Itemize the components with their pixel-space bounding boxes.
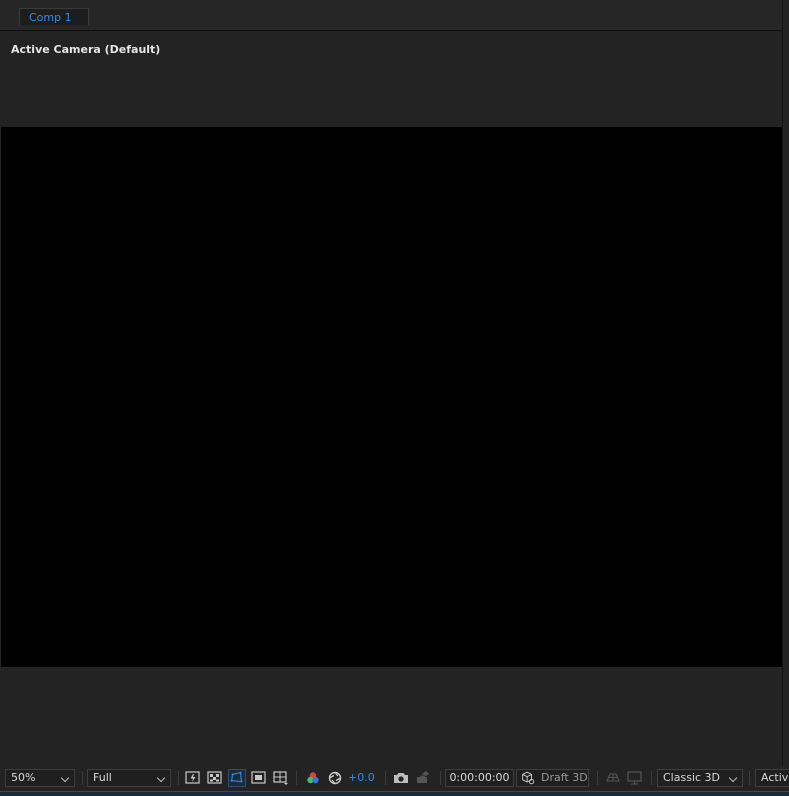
draft-3d-toggle[interactable]: Draft 3D — [516, 769, 589, 787]
divider — [385, 771, 386, 785]
magnification-value: 50% — [11, 771, 36, 784]
draft-3d-label: Draft 3D — [541, 771, 588, 784]
tab-bar: Comp 1 — [0, 0, 789, 31]
region-of-interest-icon[interactable] — [250, 769, 268, 787]
chevron-down-icon — [156, 773, 166, 783]
divider — [749, 771, 750, 785]
current-time-field[interactable]: 0:00:00:00 — [445, 769, 514, 787]
view-value: Activ — [761, 771, 789, 784]
magnification-dropdown[interactable]: 50% — [5, 769, 75, 787]
resolution-value: Full — [93, 771, 112, 784]
composition-viewer[interactable] — [1, 127, 782, 667]
tab-comp-1[interactable]: Comp 1 — [19, 8, 89, 25]
resolution-dropdown[interactable]: Full — [87, 769, 171, 787]
view-dropdown[interactable]: Activ — [755, 769, 789, 787]
grid-guides-icon[interactable] — [272, 769, 290, 787]
renderer-value: Classic 3D — [663, 771, 721, 784]
panel-bottom-border — [0, 791, 789, 796]
fast-previews-icon[interactable] — [184, 769, 202, 787]
divider — [597, 771, 598, 785]
chevron-down-icon — [728, 773, 738, 783]
divider — [296, 771, 297, 785]
divider — [178, 771, 179, 785]
channel-rgb-icon[interactable] — [304, 769, 322, 787]
snapshot-camera-icon[interactable] — [392, 769, 410, 787]
divider — [82, 771, 83, 785]
draft-3d-cube-icon — [520, 770, 538, 788]
renderer-dropdown[interactable]: Classic 3D — [657, 769, 743, 787]
reset-exposure-icon[interactable] — [326, 769, 344, 787]
divider — [440, 771, 441, 785]
divider — [651, 771, 652, 785]
panel-edge — [782, 0, 789, 796]
timecode-value: 0:00:00:00 — [449, 771, 510, 784]
active-camera-label: Active Camera (Default) — [11, 43, 161, 56]
show-snapshot-icon[interactable] — [414, 769, 432, 787]
extended-viewer-icon[interactable] — [626, 769, 644, 787]
exposure-value[interactable]: +0.0 — [348, 770, 375, 786]
chevron-down-icon — [60, 773, 70, 783]
viewer-toolbar: 50% Full +0.0 0:00:00:00 Draft 3D Classi… — [0, 766, 789, 790]
transparency-grid-icon[interactable] — [206, 769, 224, 787]
3d-ground-plane-icon[interactable] — [604, 769, 622, 787]
mask-visibility-icon[interactable] — [228, 769, 246, 787]
